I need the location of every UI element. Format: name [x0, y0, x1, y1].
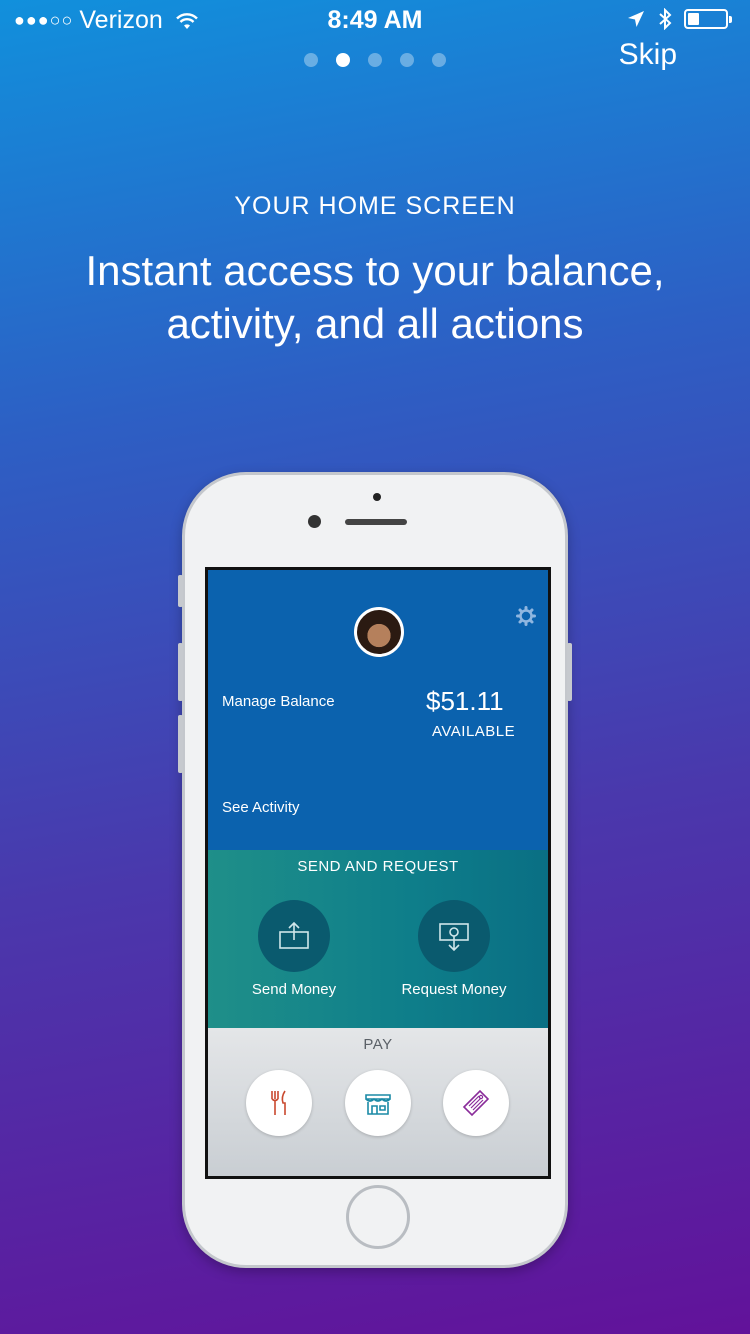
send-request-title: SEND AND REQUEST — [297, 858, 459, 875]
store-button — [345, 1070, 411, 1136]
storefront-icon — [365, 1094, 391, 1115]
page-dot[interactable] — [432, 53, 446, 67]
send-money-button — [258, 900, 330, 972]
send-money-label: Send Money — [251, 981, 337, 998]
send-request-section: SEND AND REQUEST Send Money Request Mone… — [208, 850, 548, 1028]
front-camera — [308, 515, 321, 528]
battery-icon — [684, 9, 732, 29]
status-icons — [626, 8, 732, 30]
volume-up-button — [178, 643, 183, 701]
location-arrow-icon — [628, 11, 644, 27]
page-dot[interactable] — [368, 53, 382, 67]
balance-section: Manage Balance $51.11 AVAILABLE See Acti… — [208, 570, 548, 850]
see-activity-link: See Activity — [222, 799, 300, 816]
bluetooth-icon — [659, 8, 672, 30]
volume-down-button — [178, 715, 183, 773]
status-bar: ●●●○○ Verizon 8:49 AM — [0, 0, 750, 40]
dining-button — [246, 1070, 312, 1136]
ticket-icon — [462, 1089, 490, 1117]
page-dot[interactable] — [400, 53, 414, 67]
profile-avatar — [354, 607, 404, 657]
balance-caption: AVAILABLE — [432, 723, 516, 740]
send-money-icon — [279, 921, 309, 949]
tickets-button — [443, 1070, 509, 1136]
balance-amount: $51.11 — [426, 686, 504, 716]
fork-knife-icon — [271, 1090, 286, 1115]
power-button — [567, 643, 572, 701]
pay-section: PAY — [208, 1028, 548, 1176]
manage-balance-link: Manage Balance — [222, 693, 335, 710]
page-dot[interactable] — [336, 53, 350, 67]
proximity-sensor — [373, 493, 381, 501]
request-money-icon — [439, 923, 469, 952]
request-money-button — [418, 900, 490, 972]
section-eyebrow: YOUR HOME SCREEN — [234, 192, 516, 220]
request-money-label: Request Money — [401, 981, 507, 998]
gear-icon — [516, 606, 536, 626]
mute-switch — [178, 575, 183, 607]
pay-title: PAY — [363, 1036, 393, 1053]
page-dot[interactable] — [304, 53, 318, 67]
battery-level — [688, 13, 699, 25]
page-headline: Instant access to your balance, activity… — [85, 247, 665, 347]
phone-mockup: Manage Balance $51.11 AVAILABLE See Acti… — [178, 472, 572, 1268]
skip-button[interactable]: Skip — [619, 38, 677, 72]
home-button — [346, 1185, 410, 1249]
phone-screen: Manage Balance $51.11 AVAILABLE See Acti… — [205, 567, 551, 1179]
earpiece-speaker — [345, 519, 407, 525]
